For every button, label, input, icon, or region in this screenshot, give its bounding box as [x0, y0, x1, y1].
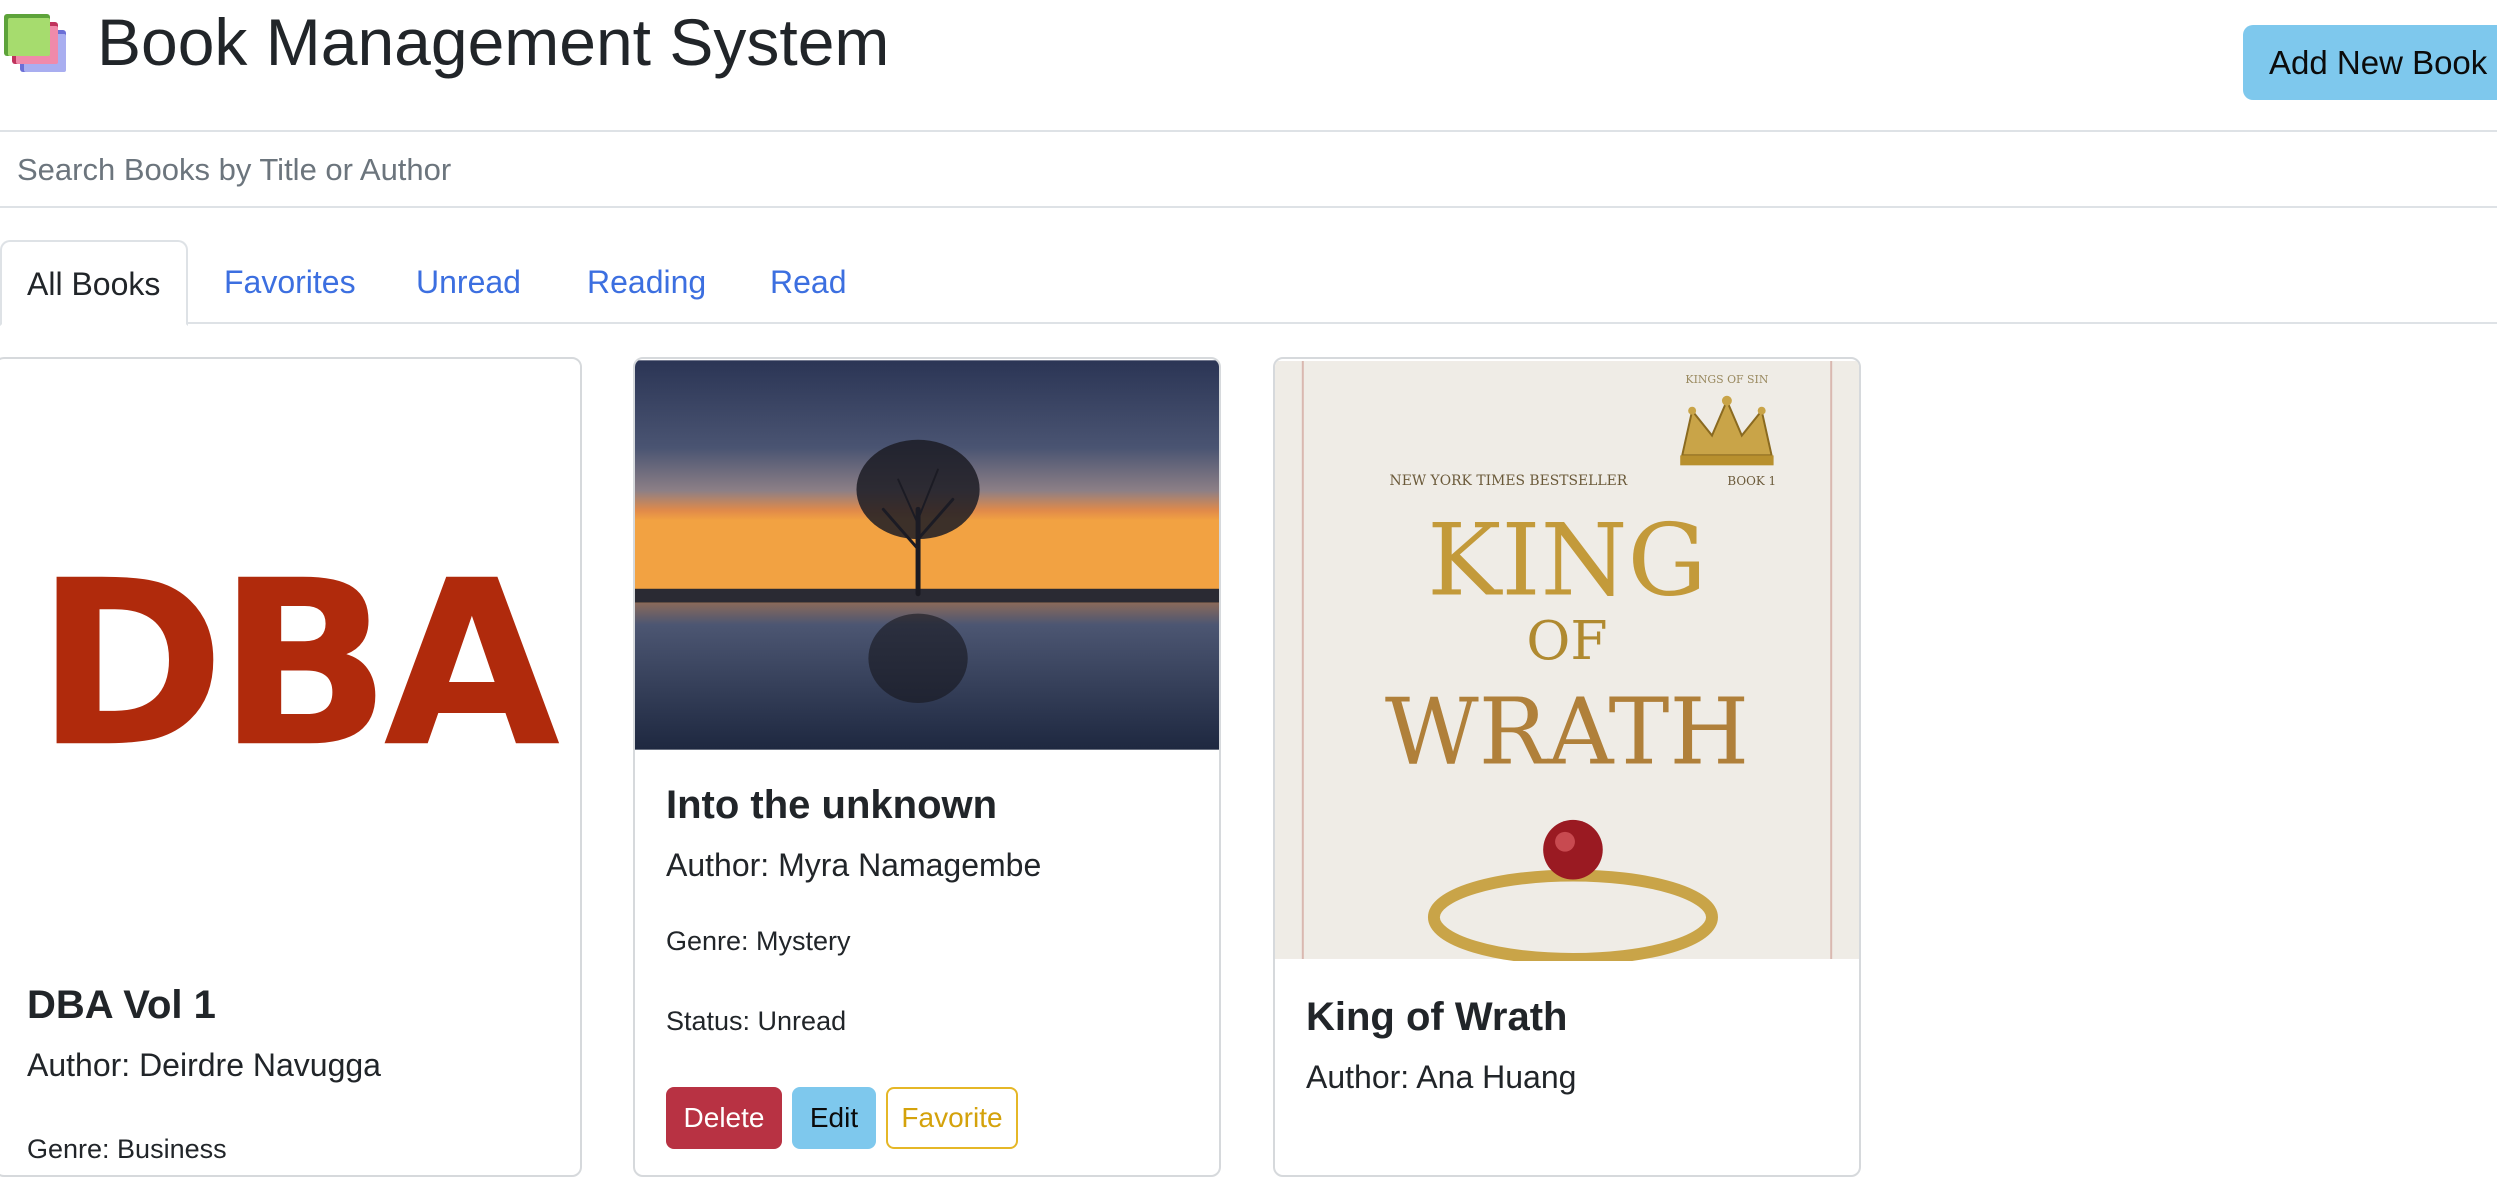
- favorite-button[interactable]: Favorite: [886, 1087, 1018, 1149]
- search-input[interactable]: [0, 134, 2497, 206]
- book-title: DBA Vol 1: [27, 983, 216, 1027]
- book-cover-image: [635, 360, 1219, 750]
- cover-title-line1: KING: [1427, 503, 1707, 618]
- book-author: Author: Ana Huang: [1306, 1059, 1577, 1095]
- tab-favorites[interactable]: Favorites: [224, 240, 356, 324]
- book-cover-image: DBA: [0, 360, 580, 918]
- cover-title-line2: OF: [1526, 609, 1607, 672]
- card-body: DBA Vol 1 Author: Deirdre Navugga Genre:…: [0, 979, 580, 1167]
- filter-tabs: All Books Favorites Unread Reading Read: [0, 240, 2497, 326]
- dba-logo: DBA: [36, 531, 560, 797]
- book-title: King of Wrath: [1306, 995, 1568, 1039]
- cover-book-number: BOOK 1: [1727, 474, 1776, 488]
- books-icon: [2, 14, 70, 74]
- cover-tagline: NEW YORK TIMES BESTSELLER: [1390, 473, 1628, 489]
- book-card: DBA DBA Vol 1 Author: Deirdre Navugga Ge…: [0, 357, 582, 1177]
- book-author: Author: Myra Namagembe: [666, 847, 1042, 883]
- edit-button[interactable]: Edit: [792, 1087, 876, 1149]
- book-genre: Genre: Mystery: [666, 926, 851, 956]
- book-card: KINGS OF SIN NEW YORK TIMES BESTSELLER B…: [1273, 357, 1861, 1177]
- tab-reading[interactable]: Reading: [587, 240, 706, 324]
- app-header: Book Management System Add New Book: [0, 0, 2497, 132]
- search-bar: [0, 134, 2497, 208]
- delete-button[interactable]: Delete: [666, 1087, 782, 1149]
- book-card: Into the unknown Author: Myra Namagembe …: [633, 357, 1221, 1177]
- tab-all-books[interactable]: All Books: [0, 240, 188, 326]
- series-label: KINGS OF SIN: [1685, 373, 1768, 386]
- card-body: King of Wrath Author: Ana Huang: [1275, 991, 1859, 1099]
- page-title: Book Management System: [97, 5, 890, 79]
- book-title: Into the unknown: [666, 783, 998, 827]
- tab-read[interactable]: Read: [770, 240, 847, 324]
- cover-title-line3: WRATH: [1385, 678, 1749, 785]
- card-body: Into the unknown Author: Myra Namagembe …: [635, 779, 1219, 1039]
- tab-unread[interactable]: Unread: [416, 240, 521, 324]
- book-author: Author: Deirdre Navugga: [27, 1047, 381, 1083]
- book-genre: Genre: Business: [27, 1134, 227, 1164]
- add-new-book-button[interactable]: Add New Book: [2243, 25, 2497, 100]
- book-status: Status: Unread: [666, 1006, 847, 1036]
- book-cover-image: KINGS OF SIN NEW YORK TIMES BESTSELLER B…: [1275, 361, 1859, 961]
